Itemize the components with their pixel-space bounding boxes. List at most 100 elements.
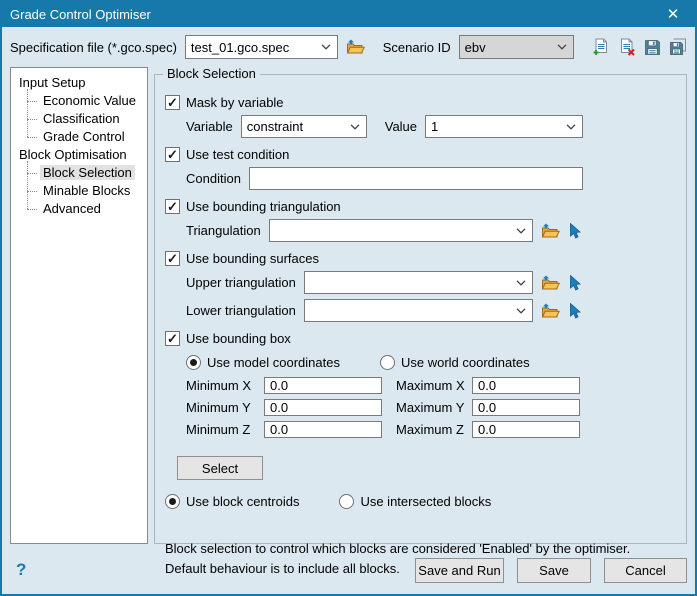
save-scenario-as-icon[interactable]: [669, 38, 687, 56]
upper-triangulation-combo[interactable]: [304, 271, 533, 294]
chevron-down-icon: [566, 124, 576, 130]
condition-input[interactable]: [249, 167, 583, 190]
chevron-down-icon: [557, 44, 567, 50]
condition-row: Condition: [186, 167, 583, 190]
use-block-centroids-radio[interactable]: Use block centroids: [165, 494, 299, 509]
upper-triangulation-label: Upper triangulation: [186, 275, 296, 290]
main-area: Input Setup Economic Value Classificatio…: [2, 65, 695, 550]
use-test-condition-checkbox[interactable]: [165, 147, 180, 162]
maximum-y-label: Maximum Y: [388, 400, 466, 415]
minimum-y-label: Minimum Y: [186, 400, 258, 415]
tree-item-block-selection[interactable]: Block Selection: [27, 164, 147, 182]
maximum-y-input[interactable]: [472, 399, 580, 416]
bounding-box-grid: Minimum X Maximum X Minimum Y Maximum Y …: [186, 377, 583, 438]
block-selection-form: Mask by variable Variable constraint Val…: [165, 95, 583, 509]
triangulation-combo[interactable]: [269, 219, 533, 242]
triangulation-row: Triangulation: [186, 219, 583, 242]
use-bounding-surfaces-label: Use bounding surfaces: [186, 251, 319, 266]
pick-cursor-icon[interactable]: [568, 303, 583, 319]
open-folder-icon[interactable]: [541, 275, 560, 291]
radio-icon: [165, 494, 180, 509]
tree-item-minable-blocks[interactable]: Minable Blocks: [27, 182, 147, 200]
radio-icon: [339, 494, 354, 509]
use-bounding-box-checkbox[interactable]: [165, 331, 180, 346]
spec-file-label: Specification file (*.gco.spec): [10, 40, 177, 55]
tree-section-block-optimisation[interactable]: Block Optimisation: [17, 146, 147, 164]
scenario-id-value: ebv: [465, 40, 551, 55]
header-row: Specification file (*.gco.spec) test_01.…: [2, 27, 695, 65]
scenario-actions: [584, 38, 687, 56]
use-bounding-triangulation-checkbox[interactable]: [165, 199, 180, 214]
variable-combo[interactable]: constraint: [241, 115, 367, 138]
delete-scenario-icon[interactable]: [618, 38, 636, 56]
condition-label: Condition: [186, 171, 241, 186]
block-mode-row: Use block centroids Use intersected bloc…: [165, 494, 583, 509]
tree-item-advanced[interactable]: Advanced: [27, 200, 147, 218]
mask-by-variable-row: Mask by variable: [165, 95, 583, 110]
lower-triangulation-combo[interactable]: [304, 299, 533, 322]
upper-triangulation-row: Upper triangulation: [186, 271, 583, 294]
tree-children-input-setup: Economic Value Classification Grade Cont…: [27, 92, 147, 146]
settings-tree: Input Setup Economic Value Classificatio…: [10, 67, 148, 544]
help-icon[interactable]: ?: [16, 560, 26, 580]
spec-file-value: test_01.gco.spec: [191, 40, 315, 55]
coordinate-mode-row: Use model coordinates Use world coordina…: [186, 355, 583, 370]
tree-children-block-optimisation: Block Selection Minable Blocks Advanced: [27, 164, 147, 218]
use-bounding-surfaces-row: Use bounding surfaces: [165, 251, 583, 266]
select-button[interactable]: Select: [177, 456, 263, 480]
variable-value-row: Variable constraint Value 1: [186, 115, 583, 138]
minimum-z-input[interactable]: [264, 421, 382, 438]
description-line-2: Default behaviour is to include all bloc…: [165, 559, 676, 579]
chevron-down-icon: [350, 124, 360, 130]
mask-by-variable-checkbox[interactable]: [165, 95, 180, 110]
value-label: Value: [385, 119, 417, 134]
tree-item-classification[interactable]: Classification: [27, 110, 147, 128]
chevron-down-icon: [321, 44, 331, 50]
new-scenario-icon[interactable]: [592, 38, 610, 56]
minimum-x-input[interactable]: [264, 377, 382, 394]
variable-label: Variable: [186, 119, 233, 134]
titlebar[interactable]: Grade Control Optimiser ✕: [2, 2, 695, 27]
radio-icon: [380, 355, 395, 370]
tree-item-economic-value[interactable]: Economic Value: [27, 92, 147, 110]
save-scenario-icon[interactable]: [644, 39, 661, 56]
use-bounding-surfaces-checkbox[interactable]: [165, 251, 180, 266]
use-intersected-blocks-radio[interactable]: Use intersected blocks: [339, 494, 491, 509]
chevron-down-icon: [516, 308, 526, 314]
minimum-x-label: Minimum X: [186, 378, 258, 393]
chevron-down-icon: [516, 228, 526, 234]
open-folder-icon[interactable]: [541, 223, 560, 239]
pick-cursor-icon[interactable]: [568, 223, 583, 239]
maximum-z-input[interactable]: [472, 421, 580, 438]
tree-item-grade-control[interactable]: Grade Control: [27, 128, 147, 146]
block-selection-group: Block Selection Mask by variable Variabl…: [154, 74, 687, 544]
use-world-coordinates-radio[interactable]: Use world coordinates: [380, 355, 530, 370]
maximum-x-input[interactable]: [472, 377, 580, 394]
minimum-z-label: Minimum Z: [186, 422, 258, 437]
lower-triangulation-row: Lower triangulation: [186, 299, 583, 322]
scenario-id-label: Scenario ID: [383, 40, 451, 55]
minimum-y-input[interactable]: [264, 399, 382, 416]
spec-file-combo[interactable]: test_01.gco.spec: [185, 35, 338, 59]
radio-icon: [186, 355, 201, 370]
pick-cursor-icon[interactable]: [568, 275, 583, 291]
use-test-condition-label: Use test condition: [186, 147, 289, 162]
close-icon[interactable]: ✕: [651, 2, 695, 27]
chevron-down-icon: [516, 280, 526, 286]
triangulation-label: Triangulation: [186, 223, 261, 238]
maximum-x-label: Maximum X: [388, 378, 466, 393]
tree-section-input-setup[interactable]: Input Setup: [17, 74, 147, 92]
mask-by-variable-label: Mask by variable: [186, 95, 284, 110]
group-title: Block Selection: [163, 66, 260, 81]
use-bounding-triangulation-label: Use bounding triangulation: [186, 199, 341, 214]
use-bounding-box-label: Use bounding box: [186, 331, 291, 346]
open-folder-icon[interactable]: [346, 39, 365, 55]
scenario-id-combo[interactable]: ebv: [459, 35, 574, 59]
use-test-condition-row: Use test condition: [165, 147, 583, 162]
use-bounding-box-row: Use bounding box: [165, 331, 583, 346]
maximum-z-label: Maximum Z: [388, 422, 466, 437]
value-combo[interactable]: 1: [425, 115, 583, 138]
use-model-coordinates-radio[interactable]: Use model coordinates: [186, 355, 340, 370]
grade-control-optimiser-dialog: Grade Control Optimiser ✕ Specification …: [0, 0, 697, 596]
open-folder-icon[interactable]: [541, 303, 560, 319]
